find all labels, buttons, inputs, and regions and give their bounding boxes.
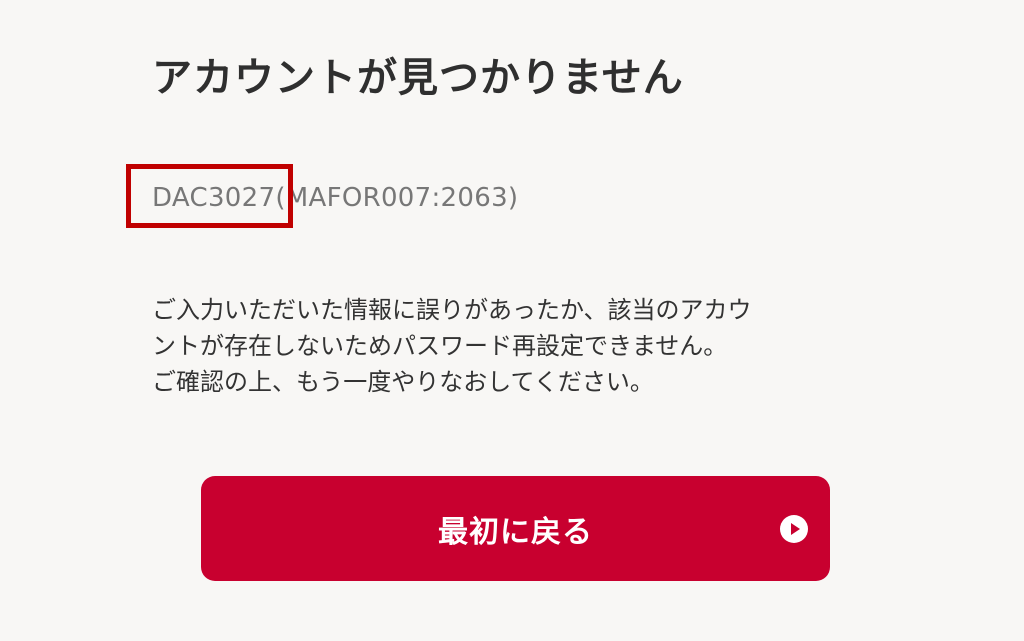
page-title: アカウントが見つかりません — [152, 55, 684, 101]
play-circle-icon — [780, 514, 808, 543]
error-message-line: ントが存在しないためパスワード再設定できません。 — [152, 332, 728, 360]
error-message-line: ご入力いただいた情報に誤りがあったか、該当のアカウ — [152, 296, 752, 324]
back-to-start-button-label: 最初に戻る — [438, 514, 593, 550]
back-to-start-button[interactable]: 最初に戻る — [201, 476, 830, 581]
error-code-highlight-box — [126, 164, 293, 228]
error-message: ご入力いただいた情報に誤りがあったか、該当のアカウ ントが存在しないためパスワー… — [152, 292, 872, 400]
error-message-line: ご確認の上、もう一度やりなおしてください。 — [152, 368, 654, 396]
